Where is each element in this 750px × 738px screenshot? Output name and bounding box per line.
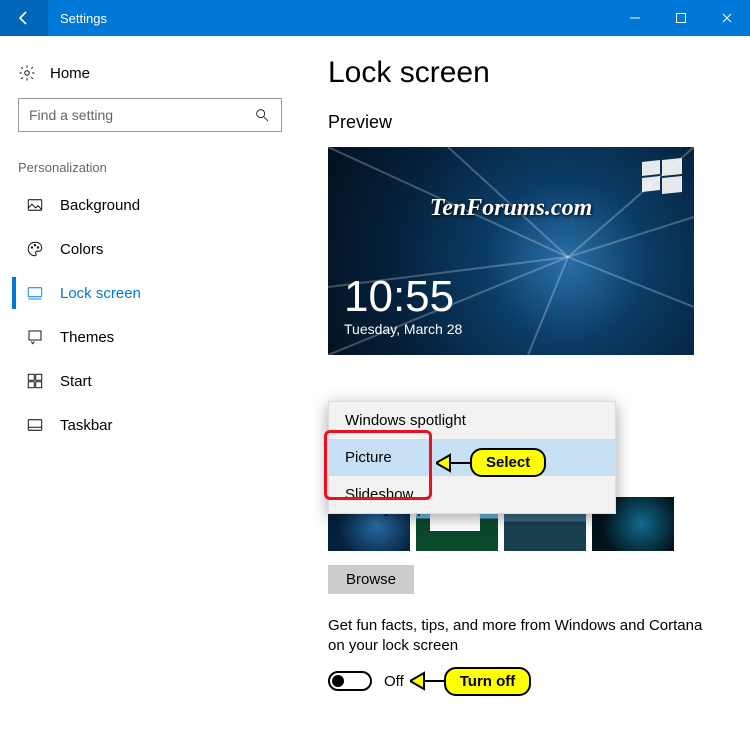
callout-arrow-icon [410,671,446,691]
sidebar-section-label: Personalization [12,160,288,183]
preview-time: 10:55 [344,275,462,319]
dropdown-option-slideshow[interactable]: Slideshow [329,476,615,513]
lockscreen-preview: TenForums.com 10:55 Tuesday, March 28 [328,147,694,355]
maximize-button[interactable] [658,0,704,36]
sidebar-home[interactable]: Home [12,60,288,98]
sidebar-item-label: Lock screen [60,285,141,302]
start-icon [26,372,44,390]
content-pane: Lock screen Preview TenForums.com 10:55 … [300,36,750,738]
funfacts-toggle[interactable] [328,671,372,691]
callout-arrow-icon [436,453,472,473]
window-title: Settings [48,0,612,36]
lockscreen-icon [26,284,44,302]
preview-heading: Preview [328,112,730,133]
sidebar-home-label: Home [50,65,90,82]
callout-text: Select [486,454,530,471]
dropdown-option-spotlight[interactable]: Windows spotlight [329,402,615,439]
page-title: Lock screen [328,56,730,90]
palette-icon [26,240,44,258]
minimize-button[interactable] [612,0,658,36]
themes-icon [26,328,44,346]
sidebar: Home Find a setting Personalization Back… [0,36,300,738]
preview-clock: 10:55 Tuesday, March 28 [344,275,462,337]
sidebar-item-label: Start [60,373,92,390]
search-placeholder: Find a setting [29,107,253,123]
sidebar-item-colors[interactable]: Colors [12,227,288,271]
watermark-text: TenForums.com [328,195,694,222]
search-icon [253,106,271,124]
windows-logo-icon [638,151,686,199]
close-button[interactable] [704,0,750,36]
titlebar: Settings [0,0,750,36]
sidebar-item-label: Taskbar [60,417,113,434]
sidebar-item-label: Background [60,197,140,214]
sidebar-item-themes[interactable]: Themes [12,315,288,359]
callout-text: Turn off [460,673,516,690]
sidebar-item-label: Colors [60,241,103,258]
sidebar-item-taskbar[interactable]: Taskbar [12,403,288,447]
funfacts-setting-label: Get fun facts, tips, and more from Windo… [328,616,708,657]
back-button[interactable] [0,0,48,36]
sidebar-item-label: Themes [60,329,114,346]
browse-button[interactable]: Browse [328,565,414,594]
annotation-callout-select: Select [470,448,546,477]
preview-date: Tuesday, March 28 [344,321,462,337]
gear-icon [18,64,36,82]
sidebar-item-lock-screen[interactable]: Lock screen [12,271,288,315]
taskbar-icon [26,416,44,434]
picture-icon [26,196,44,214]
annotation-callout-turnoff: Turn off [444,667,532,696]
sidebar-item-background[interactable]: Background [12,183,288,227]
toggle-state-label: Off [384,673,404,690]
sidebar-item-start[interactable]: Start [12,359,288,403]
search-input[interactable]: Find a setting [18,98,282,132]
